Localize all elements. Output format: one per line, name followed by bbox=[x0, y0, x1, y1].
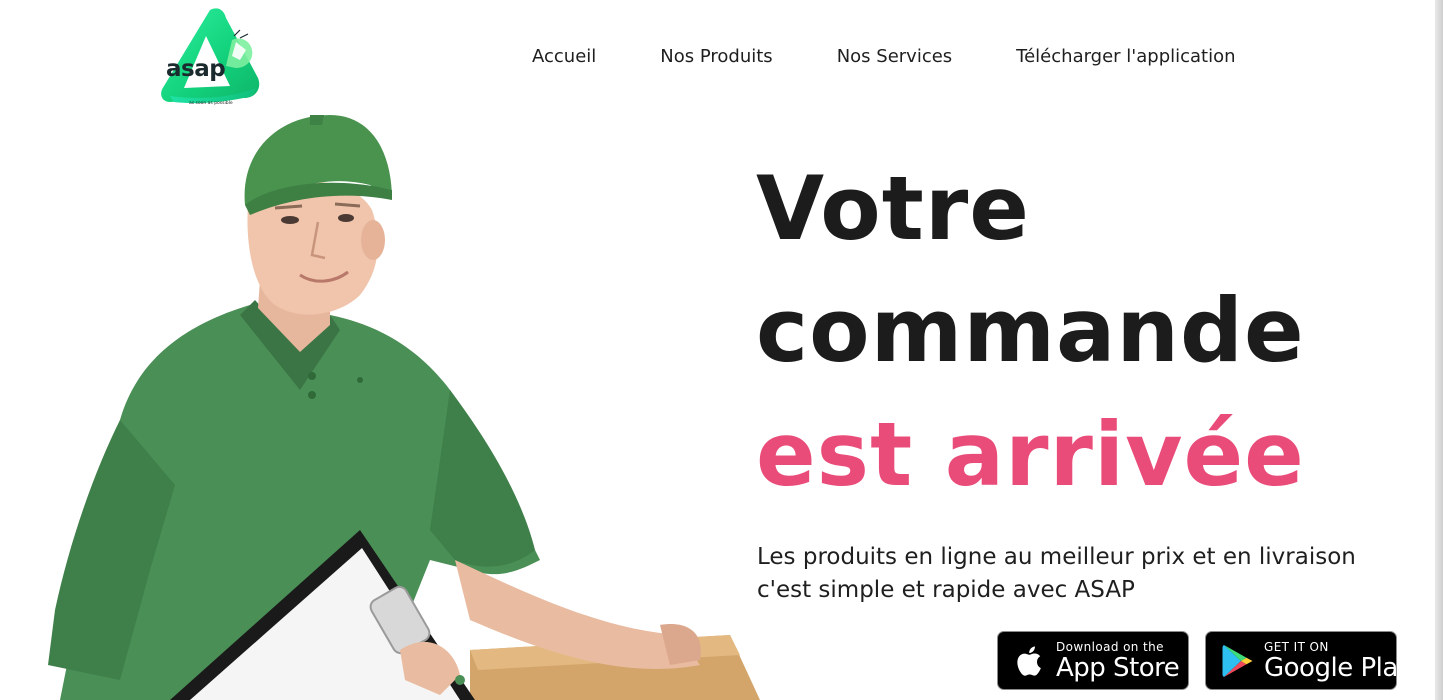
logo-wordmark: asap bbox=[166, 56, 226, 82]
hero-title-line-3-accent: est arrivée bbox=[756, 403, 1305, 506]
main-navigation: Accueil Nos Produits Nos Services Téléch… bbox=[532, 46, 1236, 67]
app-store-badge-small-label: Download on the bbox=[1056, 639, 1164, 654]
google-play-badge-text: GET IT ON Google Play bbox=[1264, 640, 1413, 682]
page-scrollbar-edge[interactable] bbox=[1435, 0, 1443, 700]
app-store-badge-button[interactable]: Download on the App Store bbox=[997, 631, 1189, 690]
apple-icon bbox=[1017, 645, 1041, 676]
nav-item-telecharger-application[interactable]: Télécharger l'application bbox=[1016, 46, 1235, 67]
nav-item-nos-produits[interactable]: Nos Produits bbox=[660, 46, 772, 67]
hero-title-line-2: commande bbox=[756, 279, 1305, 382]
hero-title-line-1: Votre bbox=[756, 157, 1030, 260]
nav-item-accueil[interactable]: Accueil bbox=[532, 46, 596, 67]
app-store-badge-big-label: App Store bbox=[1056, 652, 1180, 683]
google-play-icon bbox=[1222, 644, 1253, 677]
hero-subtitle: Les produits en ligne au meilleur prix e… bbox=[757, 544, 1356, 603]
delivery-man-holding-clipboard-and-box-image bbox=[48, 115, 760, 700]
google-play-badge-small-label: GET IT ON bbox=[1264, 639, 1329, 654]
nav-item-nos-services[interactable]: Nos Services bbox=[837, 46, 952, 67]
app-store-badge-text: Download on the App Store bbox=[1056, 639, 1180, 683]
google-play-badge-button[interactable]: GET IT ON Google Play bbox=[1205, 631, 1413, 690]
google-play-badge-big-label: Google Play bbox=[1264, 652, 1413, 683]
